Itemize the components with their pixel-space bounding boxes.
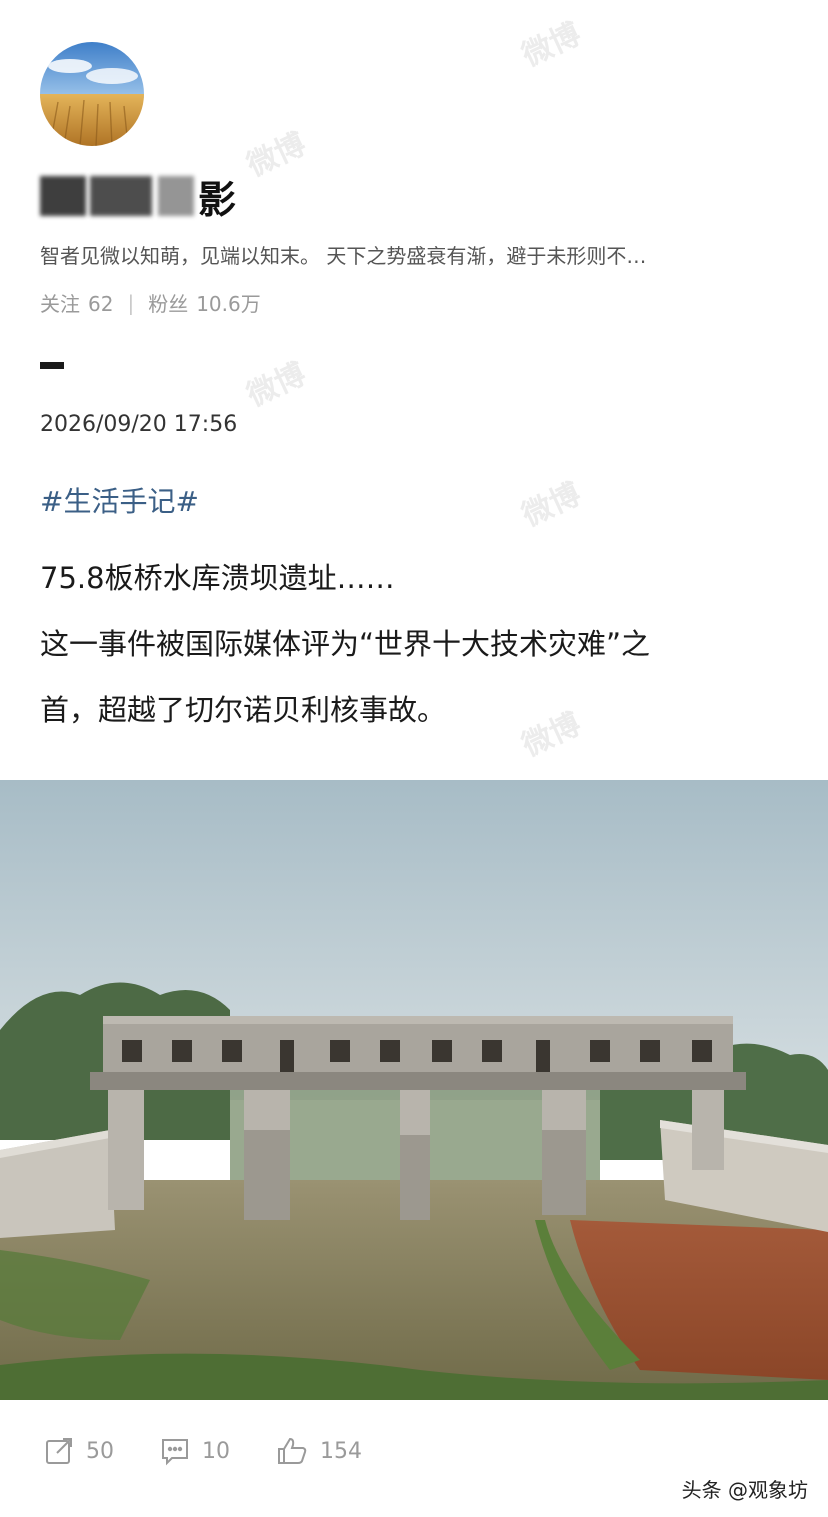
- wheat-field-avatar: [40, 42, 144, 146]
- post-line: 75.8板桥水库溃坝遗址……: [40, 561, 395, 595]
- profile-bio: 智者见微以知萌，见端以知末。 天下之势盛衰有渐，避于未形则不…: [40, 244, 647, 268]
- watermark: 微博: [241, 126, 312, 184]
- redaction-mask: [90, 176, 152, 216]
- following-link[interactable]: 关注 62: [40, 288, 113, 317]
- post-line: 这一事件被国际媒体评为“世界十大技术灾难”之: [40, 627, 651, 661]
- post-hashtag[interactable]: #生活手记#: [40, 480, 199, 520]
- post-line: 首，超越了切尔诺贝利核事故。: [40, 693, 447, 727]
- stats-separator: |: [127, 290, 135, 315]
- post-photo[interactable]: [0, 780, 828, 1400]
- username[interactable]: 影: [40, 168, 237, 224]
- post-timestamp: 2026/09/20 17:56: [40, 412, 238, 437]
- watermark: 微博: [516, 16, 587, 74]
- avatar[interactable]: [40, 42, 144, 146]
- followers-link[interactable]: 粉丝 10.6万: [148, 288, 261, 317]
- source-branding: 头条 @观象坊: [681, 1478, 808, 1502]
- divider-dash: [40, 362, 64, 369]
- comment-count: 10: [202, 1438, 230, 1464]
- share-icon: [46, 1438, 72, 1464]
- share-count: 50: [86, 1438, 114, 1464]
- post-body: 75.8板桥水库溃坝遗址…… 这一事件被国际媒体评为“世界十大技术灾难”之 首，…: [40, 545, 780, 743]
- comment-icon: [162, 1439, 188, 1466]
- like-button[interactable]: 154: [276, 1436, 362, 1466]
- dam-ruins-photo: [0, 780, 828, 1400]
- thumbs-up-icon: [278, 1437, 307, 1464]
- watermark: 微博: [241, 356, 312, 414]
- followers-label: 粉丝: [148, 292, 189, 316]
- like-count: 154: [320, 1438, 362, 1464]
- profile-stats: 关注 62 | 粉丝 10.6万: [40, 288, 261, 317]
- followers-count: 10.6万: [196, 292, 261, 316]
- redaction-mask: [40, 176, 86, 216]
- share-button[interactable]: 50: [44, 1436, 114, 1466]
- redaction-mask: [158, 176, 194, 216]
- username-visible-text: 影: [198, 177, 238, 222]
- following-count: 62: [88, 292, 114, 316]
- following-label: 关注: [40, 292, 80, 316]
- comment-button[interactable]: 10: [160, 1436, 230, 1466]
- post-actions: 50 10 154: [44, 1436, 408, 1466]
- watermark: 微博: [516, 476, 587, 534]
